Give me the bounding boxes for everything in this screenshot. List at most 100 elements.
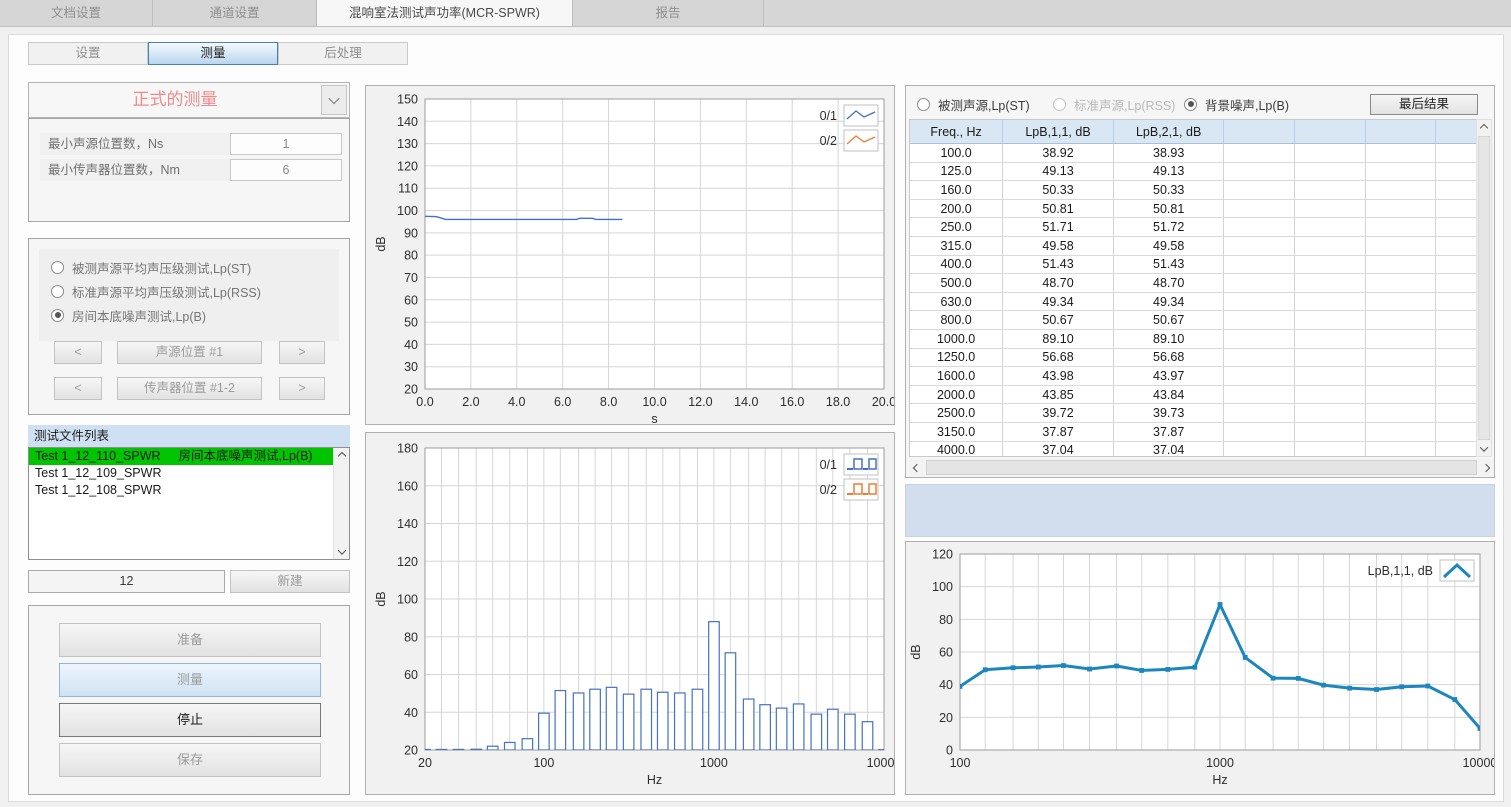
- table-cell[interactable]: [1224, 255, 1295, 274]
- table-cell[interactable]: [1295, 144, 1366, 163]
- table-cell[interactable]: 48.70: [1003, 274, 1114, 293]
- scroll-left-button[interactable]: [909, 459, 925, 476]
- table-cell[interactable]: 4000.0: [910, 441, 1003, 457]
- table-cell[interactable]: [1365, 441, 1436, 457]
- table-column-header[interactable]: [1224, 120, 1295, 144]
- table-cell[interactable]: [1365, 404, 1436, 423]
- stop-button[interactable]: 停止: [59, 703, 321, 737]
- table-cell[interactable]: [1224, 422, 1295, 441]
- table-cell[interactable]: 100.0: [910, 144, 1003, 163]
- table-row[interactable]: 3150.037.8737.87: [910, 422, 1478, 441]
- mic-position-button[interactable]: 传声器位置 #1-2: [117, 377, 262, 400]
- table-cell[interactable]: 43.98: [1003, 367, 1114, 386]
- table-cell[interactable]: [1295, 385, 1366, 404]
- table-cell[interactable]: 1000.0: [910, 329, 1003, 348]
- table-cell[interactable]: 56.68: [1113, 348, 1224, 367]
- table-row[interactable]: 4000.037.0437.04: [910, 441, 1478, 457]
- result-radio-lp-rss[interactable]: 标准声源,Lp(RSS): [1053, 94, 1175, 114]
- table-cell[interactable]: 50.81: [1113, 199, 1224, 218]
- table-cell[interactable]: 37.04: [1003, 441, 1114, 457]
- table-row[interactable]: 1250.056.6856.68: [910, 348, 1478, 367]
- table-row[interactable]: 250.051.7151.72: [910, 218, 1478, 237]
- tab-document-settings[interactable]: 文档设置: [0, 0, 153, 26]
- table-row[interactable]: 125.049.1349.13: [910, 162, 1478, 181]
- table-row[interactable]: 200.050.8150.81: [910, 199, 1478, 218]
- table-cell[interactable]: 89.10: [1113, 329, 1224, 348]
- table-column-header[interactable]: [1436, 120, 1478, 144]
- table-cell[interactable]: [1365, 199, 1436, 218]
- table-cell[interactable]: 800.0: [910, 311, 1003, 330]
- final-result-button[interactable]: 最后结果: [1370, 94, 1478, 115]
- table-column-header[interactable]: Freq., Hz: [910, 120, 1003, 144]
- table-cell[interactable]: [1295, 329, 1366, 348]
- tab-channel-settings[interactable]: 通道设置: [153, 0, 317, 26]
- table-cell[interactable]: 2500.0: [910, 404, 1003, 423]
- file-list-item[interactable]: Test 1_12_109_SPWR: [29, 465, 333, 482]
- table-vertical-scrollbar[interactable]: [1476, 119, 1492, 457]
- table-cell[interactable]: [1224, 385, 1295, 404]
- table-cell[interactable]: 50.33: [1113, 181, 1224, 200]
- save-button[interactable]: 保存: [59, 743, 321, 777]
- table-cell[interactable]: 51.43: [1003, 255, 1114, 274]
- table-column-header[interactable]: [1365, 120, 1436, 144]
- table-column-header[interactable]: LpB,2,1, dB: [1113, 120, 1224, 144]
- table-cell[interactable]: [1224, 144, 1295, 163]
- table-row[interactable]: 2500.039.7239.73: [910, 404, 1478, 423]
- table-cell[interactable]: [1436, 348, 1478, 367]
- table-cell[interactable]: [1224, 199, 1295, 218]
- table-cell[interactable]: [1224, 181, 1295, 200]
- scrollbar-thumb[interactable]: [1478, 136, 1490, 440]
- subtab-settings[interactable]: 设置: [28, 42, 148, 65]
- table-row[interactable]: 1000.089.1089.10: [910, 329, 1478, 348]
- table-cell[interactable]: [1295, 422, 1366, 441]
- table-row[interactable]: 100.038.9238.93: [910, 144, 1478, 163]
- table-cell[interactable]: 39.72: [1003, 404, 1114, 423]
- table-cell[interactable]: 38.92: [1003, 144, 1114, 163]
- table-cell[interactable]: 37.87: [1003, 422, 1114, 441]
- table-cell[interactable]: 2000.0: [910, 385, 1003, 404]
- scroll-up-button[interactable]: [1477, 120, 1491, 135]
- table-column-header[interactable]: [1295, 120, 1366, 144]
- mic-next-button[interactable]: >: [279, 377, 325, 400]
- table-cell[interactable]: 37.87: [1113, 422, 1224, 441]
- table-cell[interactable]: 43.97: [1113, 367, 1224, 386]
- table-cell[interactable]: [1295, 367, 1366, 386]
- table-cell[interactable]: [1436, 274, 1478, 293]
- table-cell[interactable]: 49.34: [1003, 292, 1114, 311]
- table-cell[interactable]: [1365, 218, 1436, 237]
- table-column-header[interactable]: LpB,1,1, dB: [1003, 120, 1114, 144]
- table-cell[interactable]: [1365, 422, 1436, 441]
- table-cell[interactable]: [1365, 292, 1436, 311]
- result-radio-lp-b[interactable]: 背景噪声,Lp(B): [1184, 94, 1289, 114]
- table-cell[interactable]: [1224, 292, 1295, 311]
- scroll-down-button[interactable]: [334, 544, 349, 559]
- table-cell[interactable]: [1436, 181, 1478, 200]
- table-cell[interactable]: 250.0: [910, 218, 1003, 237]
- tab-report[interactable]: 报告: [573, 0, 764, 26]
- measure-button[interactable]: 测量: [59, 663, 321, 697]
- table-cell[interactable]: 1250.0: [910, 348, 1003, 367]
- table-cell[interactable]: [1224, 236, 1295, 255]
- new-file-button[interactable]: 新建: [230, 570, 350, 593]
- table-cell[interactable]: [1224, 274, 1295, 293]
- table-cell[interactable]: [1295, 181, 1366, 200]
- file-list-scrollbar[interactable]: [333, 448, 349, 559]
- table-cell[interactable]: [1436, 199, 1478, 218]
- table-cell[interactable]: [1295, 218, 1366, 237]
- table-cell[interactable]: [1436, 329, 1478, 348]
- table-cell[interactable]: [1365, 236, 1436, 255]
- table-row[interactable]: 400.051.4351.43: [910, 255, 1478, 274]
- table-cell[interactable]: [1295, 274, 1366, 293]
- subtab-postprocess[interactable]: 后处理: [278, 42, 408, 65]
- table-cell[interactable]: [1224, 348, 1295, 367]
- table-cell[interactable]: 89.10: [1003, 329, 1114, 348]
- table-cell[interactable]: 3150.0: [910, 422, 1003, 441]
- table-cell[interactable]: 39.73: [1113, 404, 1224, 423]
- table-cell[interactable]: 56.68: [1003, 348, 1114, 367]
- table-cell[interactable]: [1365, 162, 1436, 181]
- file-list-item[interactable]: Test 1_12_110_SPWR房间本底噪声测试,Lp(B): [29, 448, 333, 465]
- table-cell[interactable]: [1365, 311, 1436, 330]
- table-cell[interactable]: [1295, 255, 1366, 274]
- table-cell[interactable]: 125.0: [910, 162, 1003, 181]
- table-cell[interactable]: [1224, 404, 1295, 423]
